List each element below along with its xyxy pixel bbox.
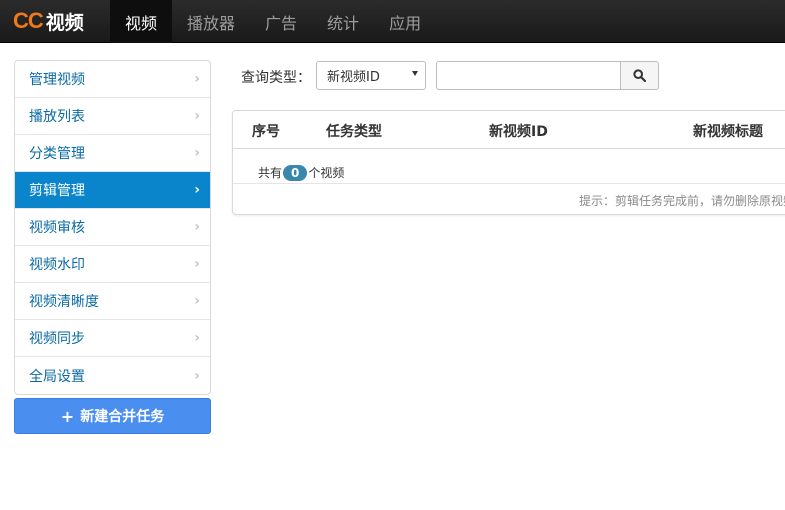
sidebar-item-manage-videos[interactable]: 管理视频 ›	[15, 61, 210, 98]
nav-item-stats[interactable]: 统计	[312, 0, 374, 43]
chevron-right-icon: ›	[194, 330, 200, 346]
sidebar-item-label: 视频审核	[29, 220, 85, 236]
sidebar-item-label: 视频同步	[29, 331, 85, 347]
hint-text: 提示：剪辑任务完成前，请勿删除原视频	[579, 194, 785, 208]
sidebar-item-label: 全局设置	[29, 368, 85, 385]
new-merge-task-button[interactable]: + 新建合并任务	[14, 398, 211, 434]
chevron-right-icon: ›	[194, 108, 200, 124]
sidebar-item-label: 视频水印	[29, 257, 85, 273]
search-icon	[633, 69, 646, 82]
caret-down-icon	[412, 71, 418, 76]
nav-item-apps[interactable]: 应用	[374, 0, 436, 43]
table-footer-divider	[233, 183, 785, 184]
sidebar-menu: 管理视频 › 播放列表 › 分类管理 › 剪辑管理 › 视频审核 › 视频水印 …	[14, 60, 211, 395]
sidebar-item-label: 管理视频	[29, 72, 85, 88]
chevron-right-icon: ›	[194, 256, 200, 272]
brand-logo[interactable]: CC 视频	[13, 6, 84, 36]
sidebar-item-global-settings[interactable]: 全局设置 ›	[15, 357, 210, 394]
table-header-divider	[233, 148, 785, 149]
nav-item-player[interactable]: 播放器	[172, 0, 250, 43]
chevron-right-icon: ›	[194, 145, 200, 161]
column-header-new-video-id[interactable]: 新视频ID	[489, 121, 548, 141]
chevron-right-icon: ›	[194, 219, 200, 235]
search-button[interactable]	[620, 61, 659, 90]
search-input[interactable]	[436, 61, 622, 90]
chevron-right-icon: ›	[194, 293, 200, 309]
new-merge-task-label: 新建合并任务	[80, 409, 165, 425]
brand-logo-text: 视频	[45, 11, 84, 34]
sidebar-item-label: 播放列表	[29, 109, 85, 125]
sidebar-item-label: 剪辑管理	[29, 183, 85, 199]
sidebar-item-video-review[interactable]: 视频审核 ›	[15, 209, 210, 246]
sidebar-item-label: 视频清晰度	[29, 294, 99, 310]
column-header-task-type[interactable]: 任务类型	[326, 121, 382, 141]
sidebar-item-watermark[interactable]: 视频水印 ›	[15, 246, 210, 283]
column-header-new-video-title[interactable]: 新视频标题	[693, 121, 763, 141]
query-type-selected: 新视频ID	[327, 70, 380, 85]
main-nav: 视频 播放器 广告 统计 应用	[110, 0, 436, 43]
query-type-select[interactable]: 新视频ID	[316, 61, 426, 90]
query-type-label: 查询类型：	[241, 70, 311, 86]
sidebar-item-playlists[interactable]: 播放列表 ›	[15, 98, 210, 135]
nav-item-ads[interactable]: 广告	[250, 0, 312, 43]
sidebar-item-sync[interactable]: 视频同步 ›	[15, 320, 210, 357]
plus-icon: +	[60, 406, 75, 426]
video-count: 共有 0 个视频	[258, 164, 344, 181]
chevron-right-icon: ›	[194, 182, 200, 198]
column-header-index[interactable]: 序号	[252, 121, 280, 141]
sidebar-item-resolution[interactable]: 视频清晰度 ›	[15, 283, 210, 320]
count-badge: 0	[283, 164, 308, 181]
count-suffix: 个视频	[308, 166, 345, 180]
top-navbar: CC 视频 视频 播放器 广告 统计 应用	[0, 0, 785, 43]
sidebar-item-label: 分类管理	[29, 146, 85, 162]
chevron-right-icon: ›	[194, 71, 200, 87]
brand-logo-cc: CC	[13, 8, 44, 33]
sidebar-item-clip-management[interactable]: 剪辑管理 ›	[15, 172, 210, 209]
count-prefix: 共有	[258, 166, 283, 180]
chevron-right-icon: ›	[194, 367, 200, 384]
task-table-panel: 序号 任务类型 新视频ID 新视频标题 共有 0 个视频 提示：剪辑任务完成前，…	[232, 110, 785, 215]
sidebar-item-categories[interactable]: 分类管理 ›	[15, 135, 210, 172]
nav-item-video[interactable]: 视频	[110, 0, 173, 43]
